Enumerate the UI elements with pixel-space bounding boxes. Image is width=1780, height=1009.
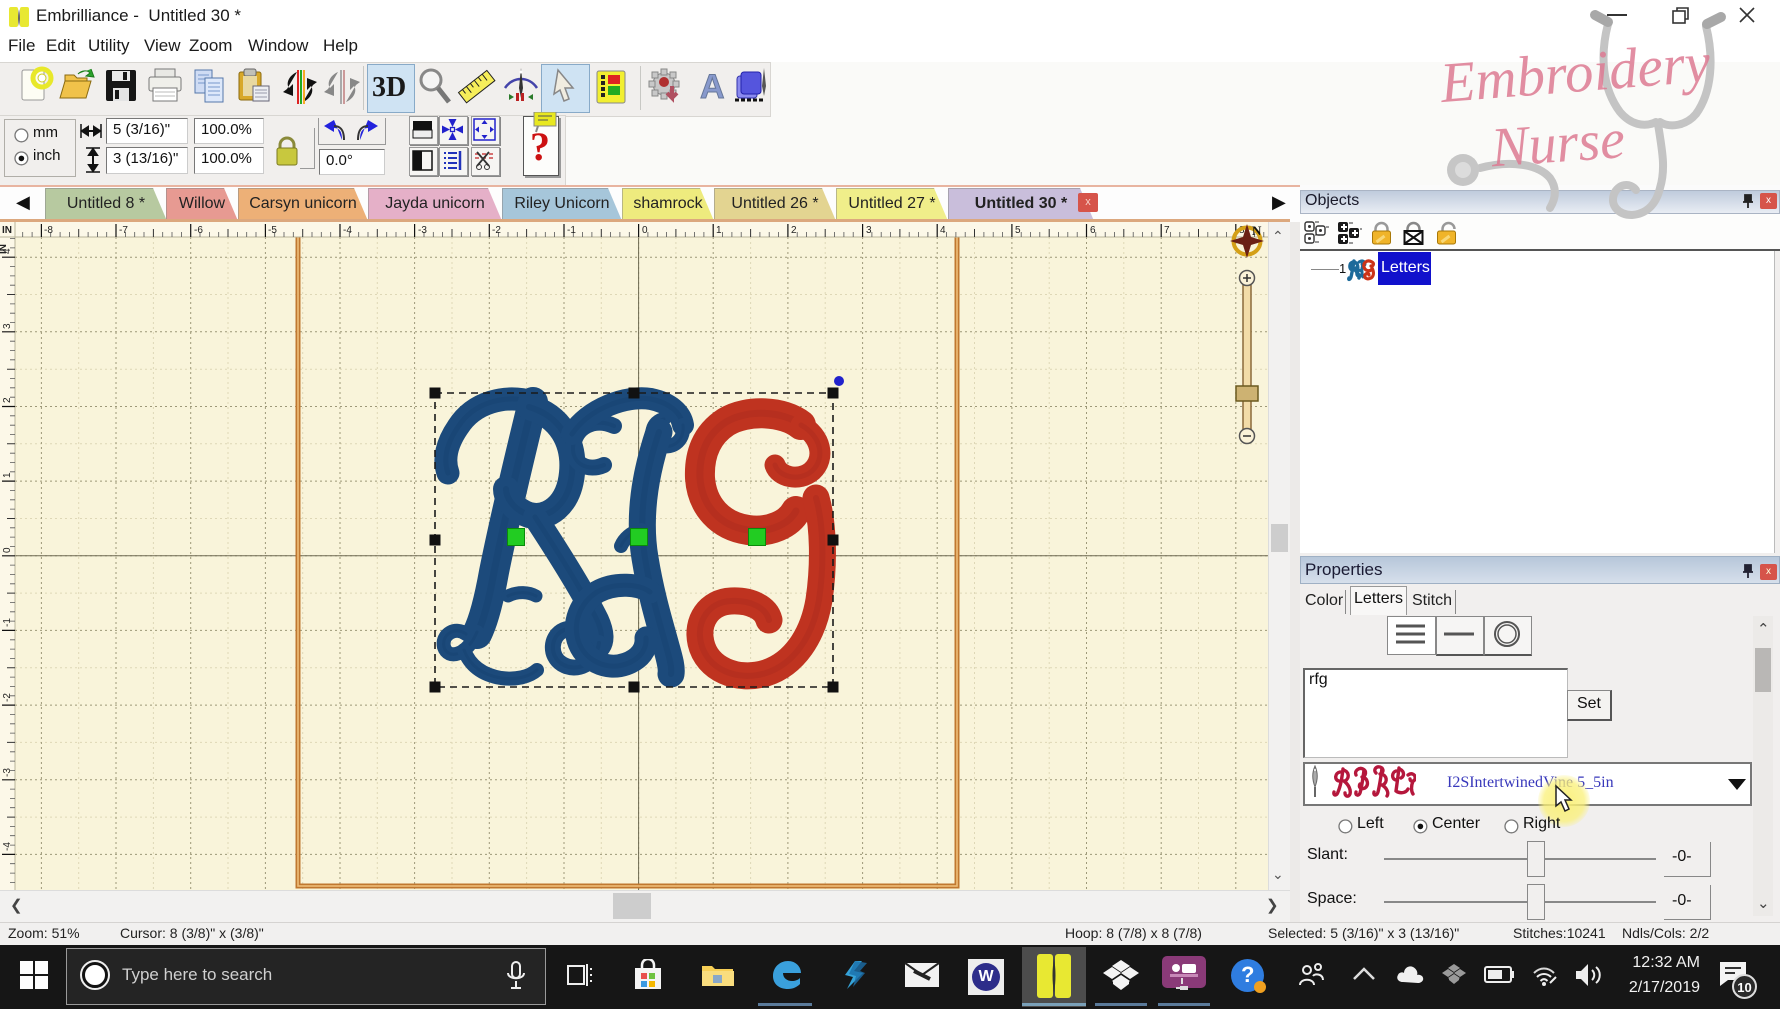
svg-text:4: 4 <box>940 225 946 236</box>
svg-text:7: 7 <box>1164 225 1170 236</box>
svg-text:2: 2 <box>791 225 797 236</box>
svg-text:6: 6 <box>1090 225 1096 236</box>
svg-text:N: N <box>1252 223 1262 238</box>
svg-text:1: 1 <box>716 225 722 236</box>
svg-text:-8: -8 <box>44 225 53 236</box>
svg-text:IN: IN <box>2 225 12 236</box>
svg-text:-1: -1 <box>2 618 13 627</box>
svg-text:-4: -4 <box>343 225 352 236</box>
svg-text:A: A <box>700 68 725 106</box>
svg-text:?: ? <box>530 124 550 169</box>
svg-text:3: 3 <box>2 323 13 329</box>
svg-text:0: 0 <box>2 547 13 553</box>
svg-text:-5: -5 <box>268 225 277 236</box>
svg-text:-2: -2 <box>492 225 501 236</box>
svg-text:IN: IN <box>0 244 9 254</box>
svg-text:-2: -2 <box>2 693 13 702</box>
svg-text:5: 5 <box>1015 225 1021 236</box>
svg-text:2: 2 <box>2 397 13 403</box>
svg-text:-7: -7 <box>119 225 128 236</box>
svg-text:-4: -4 <box>2 842 13 851</box>
svg-text:-6: -6 <box>194 225 203 236</box>
svg-text:1: 1 <box>2 472 13 478</box>
svg-text:3: 3 <box>866 225 872 236</box>
svg-text:-1: -1 <box>567 225 576 236</box>
svg-text:3D: 3D <box>372 72 406 103</box>
svg-text:0: 0 <box>642 225 648 236</box>
svg-text:-3: -3 <box>418 225 427 236</box>
svg-text:-3: -3 <box>2 768 13 777</box>
